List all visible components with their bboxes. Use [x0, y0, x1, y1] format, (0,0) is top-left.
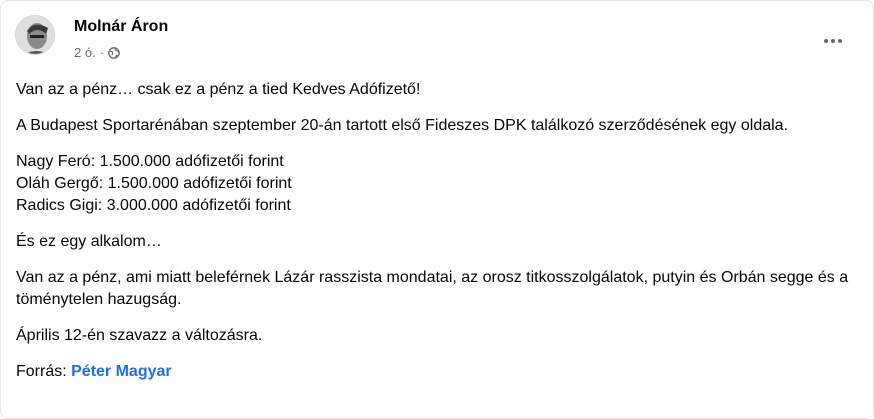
- post-paragraph: Április 12-én szavazz a változásra.: [16, 327, 263, 344]
- globe-icon: [108, 46, 120, 59]
- post-paragraph: Van az a pénz… csak ez a pénz a tied Ked…: [16, 81, 421, 98]
- post-meta: 2 ó. ·: [74, 45, 120, 60]
- post-body: Van az a pénz… csak ez a pénz a tied Ked…: [16, 79, 861, 383]
- post-paragraph: Van az a pénz, ami miatt beleférnek Lázá…: [16, 269, 849, 308]
- post-paragraph: A Budapest Sportarénában szeptember 20-á…: [16, 117, 789, 134]
- avatar-photo: [16, 16, 54, 54]
- post-list-line: Oláh Gergő: 1.500.000 adófizetői forint: [16, 175, 292, 192]
- post-list-line: Nagy Feró: 1.500.000 adófizetői forint: [16, 153, 284, 170]
- avatar[interactable]: [15, 15, 55, 55]
- post-paragraph: És ez egy alkalom…: [16, 233, 162, 250]
- post-time[interactable]: 2 ó.: [74, 45, 96, 60]
- meta-separator: ·: [99, 45, 105, 60]
- more-dots-icon: [824, 39, 842, 43]
- source-line: Forrás: Péter Magyar: [16, 361, 861, 383]
- more-options-button[interactable]: [819, 27, 847, 55]
- source-label: Forrás:: [16, 363, 72, 380]
- author-name[interactable]: Molnár Áron: [74, 18, 168, 36]
- post-list-line: Radics Gigi: 3.000.000 adófizetői forint: [16, 197, 291, 214]
- source-link[interactable]: Péter Magyar: [71, 363, 172, 380]
- post-card: Molnár Áron 2 ó. · Van az a pénz… csak e…: [0, 0, 874, 419]
